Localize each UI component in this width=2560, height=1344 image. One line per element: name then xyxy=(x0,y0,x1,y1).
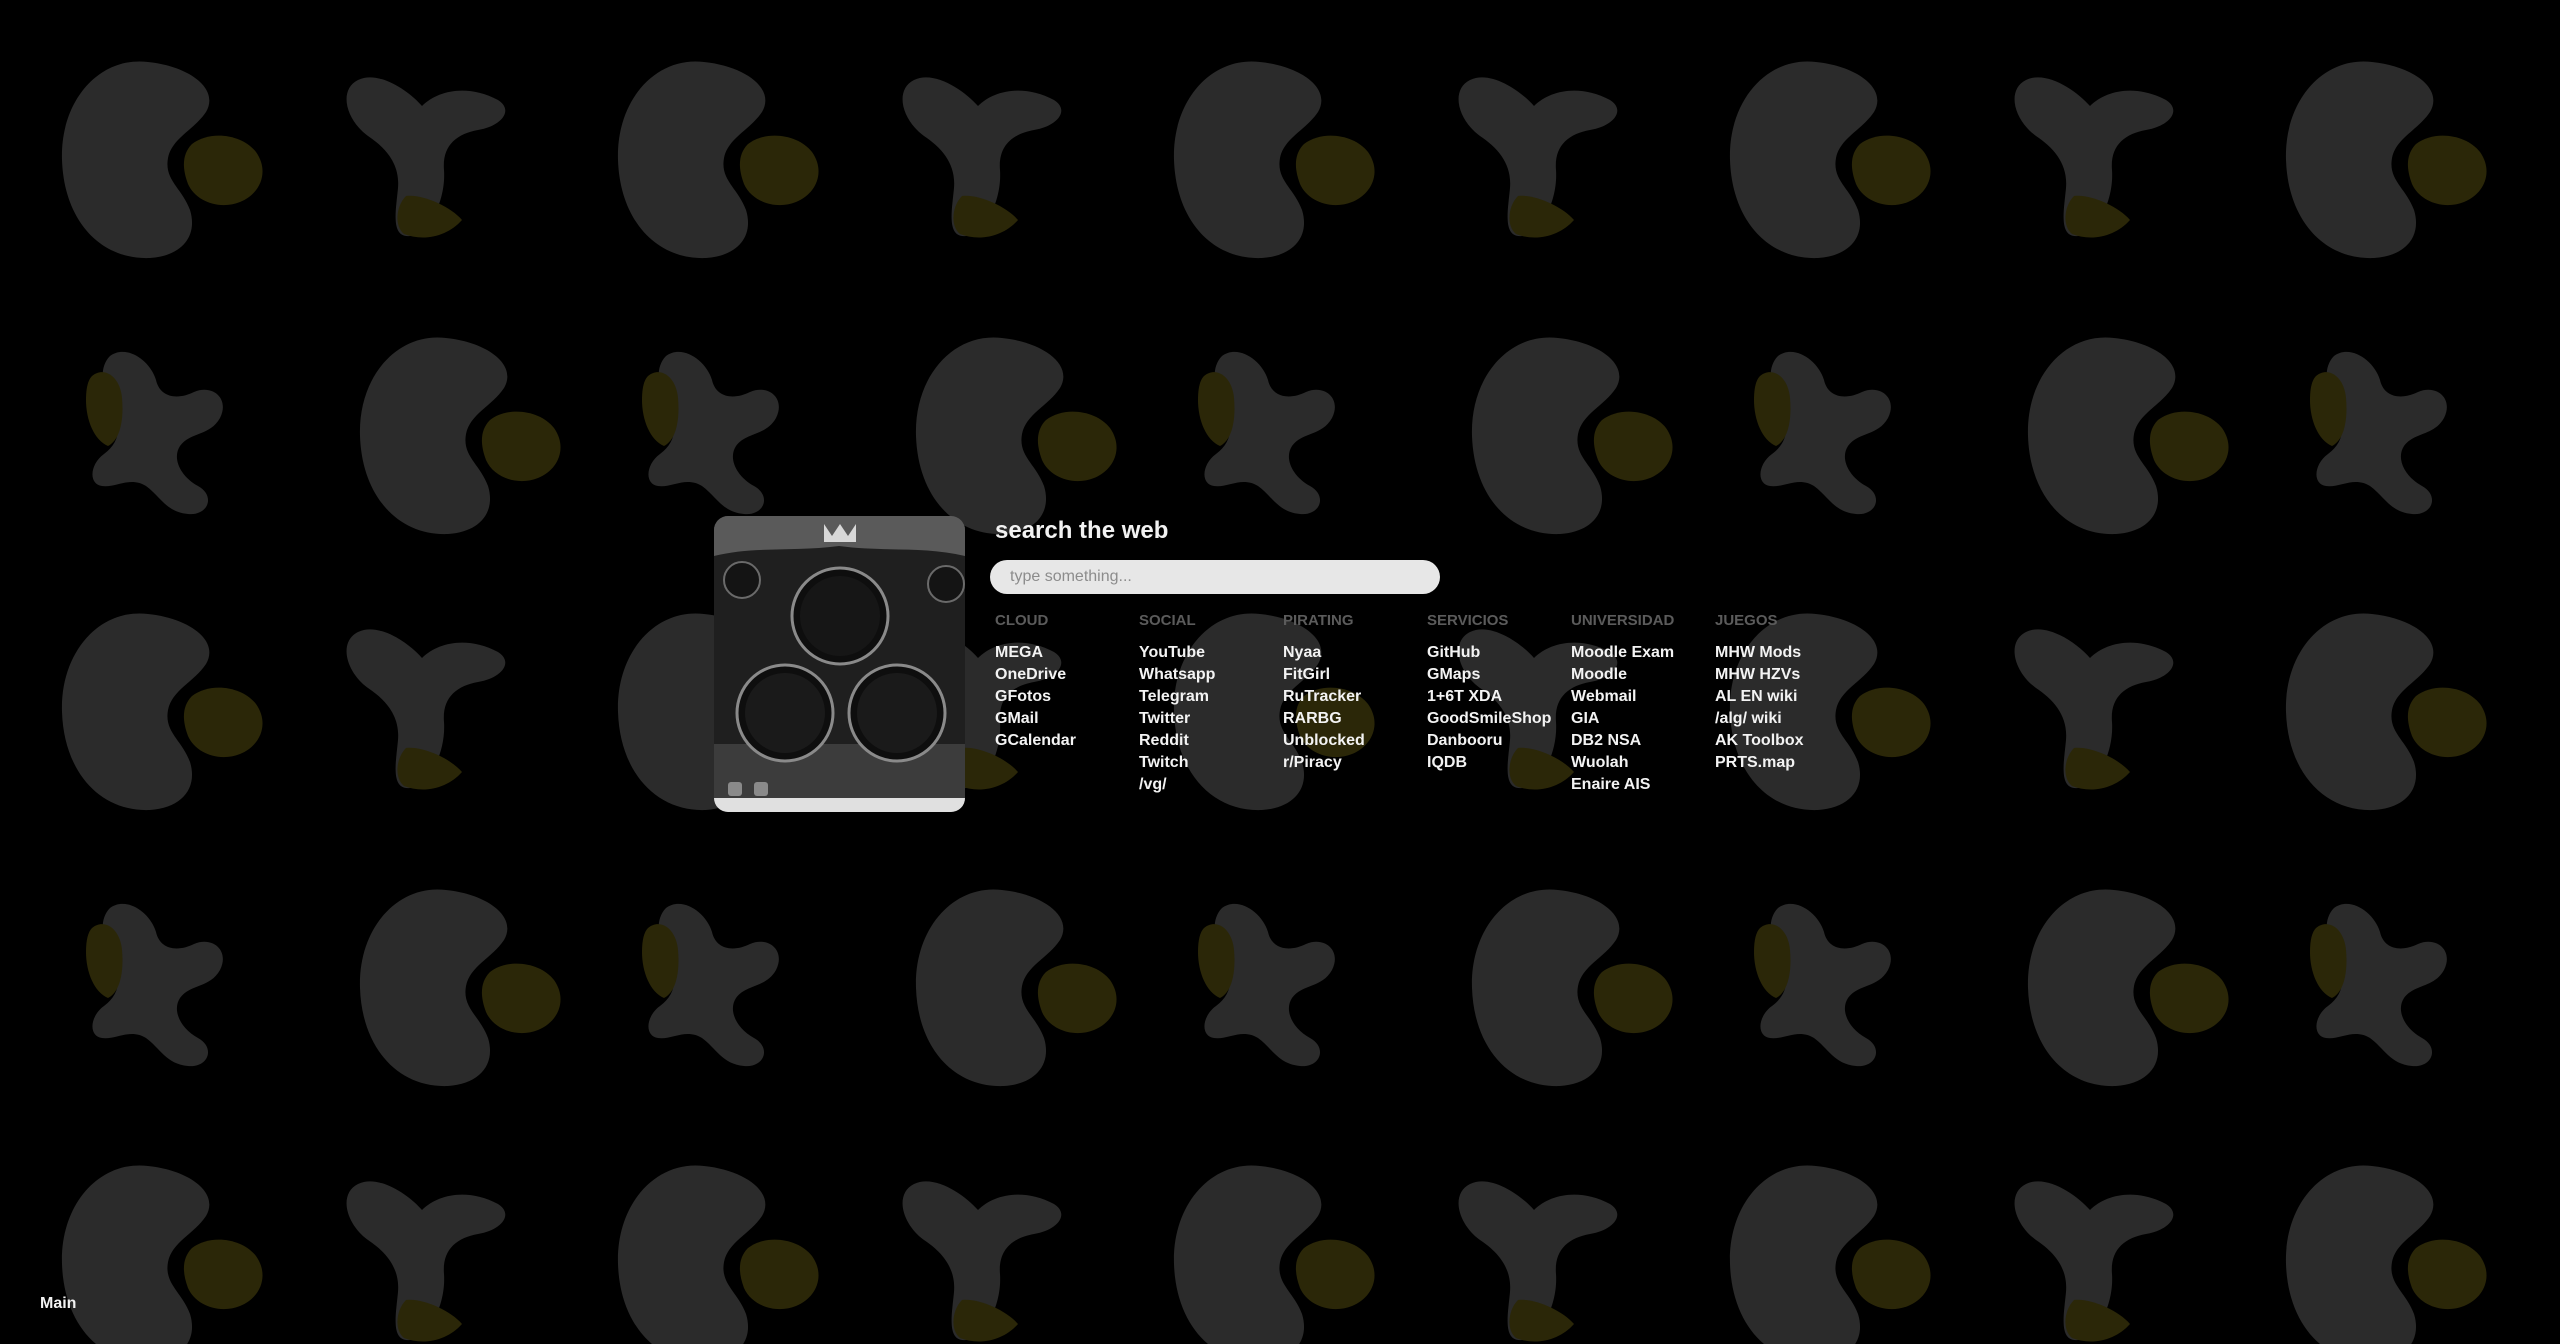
link-goodsmileshop[interactable]: GoodSmileShop xyxy=(1427,708,1567,730)
leaf-shape xyxy=(2310,903,2447,1067)
link-db2-nsa[interactable]: DB2 NSA xyxy=(1571,730,1711,752)
link-enaire-ais[interactable]: Enaire AIS xyxy=(1571,774,1711,796)
bean-shape xyxy=(61,613,263,811)
bean-shape xyxy=(617,1165,819,1344)
link-moodle[interactable]: Moodle xyxy=(1571,664,1711,686)
category-heading: JUEGOS xyxy=(1715,612,1778,629)
launcher-image-icon xyxy=(714,516,965,812)
link-gia[interactable]: GIA xyxy=(1571,708,1711,730)
leaf-shape xyxy=(2014,629,2174,790)
leaf-shape xyxy=(2014,77,2174,238)
link-gmaps[interactable]: GMaps xyxy=(1427,664,1567,686)
leaf-shape xyxy=(1458,77,1618,238)
bean-shape xyxy=(617,61,819,259)
link-twitch[interactable]: Twitch xyxy=(1139,752,1279,774)
leaf-shape xyxy=(902,1181,1062,1342)
link-rutracker[interactable]: RuTracker xyxy=(1283,686,1423,708)
category-heading: SERVICIOS xyxy=(1427,612,1509,629)
link-alg-wiki[interactable]: /alg/ wiki xyxy=(1715,708,1855,730)
bean-shape xyxy=(915,337,1117,535)
bean-shape xyxy=(1471,889,1673,1087)
bean-shape xyxy=(2285,61,2487,259)
link-gcalendar[interactable]: GCalendar xyxy=(995,730,1135,752)
leaf-shape xyxy=(642,903,779,1067)
link-youtube[interactable]: YouTube xyxy=(1139,642,1279,664)
link-1plus6t-xda[interactable]: 1+6T XDA xyxy=(1427,686,1567,708)
category-heading: CLOUD xyxy=(995,612,1049,629)
category-universidad: UNIVERSIDAD Moodle Exam Moodle Webmail G… xyxy=(1571,610,1711,796)
leaf-shape xyxy=(2310,351,2447,515)
bean-shape xyxy=(359,337,561,535)
category-heading: UNIVERSIDAD xyxy=(1571,612,1675,629)
thumbnail-dot[interactable] xyxy=(728,782,742,796)
category-social: SOCIAL YouTube Whatsapp Telegram Twitter… xyxy=(1139,610,1279,796)
leaf-shape xyxy=(1198,351,1335,515)
link-rarbg[interactable]: RARBG xyxy=(1283,708,1423,730)
search-title: search the web xyxy=(995,517,1169,544)
link-danbooru[interactable]: Danbooru xyxy=(1427,730,1567,752)
link-fitgirl[interactable]: FitGirl xyxy=(1283,664,1423,686)
bean-shape xyxy=(359,889,561,1087)
link-nyaa[interactable]: Nyaa xyxy=(1283,642,1423,664)
bean-shape xyxy=(2027,889,2229,1087)
leaf-shape xyxy=(346,77,506,238)
link-iqdb[interactable]: IQDB xyxy=(1427,752,1567,774)
category-pirating: PIRATING Nyaa FitGirl RuTracker RARBG Un… xyxy=(1283,610,1423,774)
link-webmail[interactable]: Webmail xyxy=(1571,686,1711,708)
leaf-shape xyxy=(1754,903,1891,1067)
leaf-shape xyxy=(86,351,223,515)
leaf-shape xyxy=(902,77,1062,238)
link-unblocked[interactable]: Unblocked xyxy=(1283,730,1423,752)
bean-shape xyxy=(1173,1165,1375,1344)
leaf-shape xyxy=(642,351,779,515)
link-wuolah[interactable]: Wuolah xyxy=(1571,752,1711,774)
bean-shape xyxy=(61,61,263,259)
bean-shape xyxy=(2285,613,2487,811)
link-gmail[interactable]: GMail xyxy=(995,708,1135,730)
leaf-shape xyxy=(1754,351,1891,515)
link-vg[interactable]: /vg/ xyxy=(1139,774,1279,796)
bean-shape xyxy=(61,1165,263,1344)
link-whatsapp[interactable]: Whatsapp xyxy=(1139,664,1279,686)
start-panel: search the web CLOUD MEGA OneDrive GFoto… xyxy=(714,516,1844,812)
leaf-shape xyxy=(2014,1181,2174,1342)
bean-shape xyxy=(2285,1165,2487,1344)
category-servicios: SERVICIOS GitHub GMaps 1+6T XDA GoodSmil… xyxy=(1427,610,1567,774)
link-twitter[interactable]: Twitter xyxy=(1139,708,1279,730)
link-al-en-wiki[interactable]: AL EN wiki xyxy=(1715,686,1855,708)
leaf-shape xyxy=(1198,903,1335,1067)
footer-label: Main xyxy=(40,1295,77,1312)
link-reddit[interactable]: Reddit xyxy=(1139,730,1279,752)
link-github[interactable]: GitHub xyxy=(1427,642,1567,664)
leaf-shape xyxy=(346,1181,506,1342)
link-telegram[interactable]: Telegram xyxy=(1139,686,1279,708)
category-heading: PIRATING xyxy=(1283,612,1354,629)
bean-shape xyxy=(2027,337,2229,535)
link-mhw-mods[interactable]: MHW Mods xyxy=(1715,642,1855,664)
link-ak-toolbox[interactable]: AK Toolbox xyxy=(1715,730,1855,752)
link-r-piracy[interactable]: r/Piracy xyxy=(1283,752,1423,774)
bean-shape xyxy=(1471,337,1673,535)
link-mhw-hzvs[interactable]: MHW HZVs xyxy=(1715,664,1855,686)
thumbnail-image xyxy=(714,516,965,812)
bean-shape xyxy=(915,889,1117,1087)
category-heading: SOCIAL xyxy=(1139,612,1196,629)
thumbnail-dot[interactable] xyxy=(754,782,768,796)
leaf-shape xyxy=(86,903,223,1067)
search-input[interactable] xyxy=(990,560,1440,594)
category-cloud: CLOUD MEGA OneDrive GFotos GMail GCalend… xyxy=(995,610,1135,752)
link-onedrive[interactable]: OneDrive xyxy=(995,664,1135,686)
link-prts-map[interactable]: PRTS.map xyxy=(1715,752,1855,774)
category-juegos: JUEGOS MHW Mods MHW HZVs AL EN wiki /alg… xyxy=(1715,610,1855,774)
bean-shape xyxy=(1729,1165,1931,1344)
link-gfotos[interactable]: GFotos xyxy=(995,686,1135,708)
bean-shape xyxy=(1729,61,1931,259)
leaf-shape xyxy=(346,629,506,790)
link-moodle-exam[interactable]: Moodle Exam xyxy=(1571,642,1711,664)
bean-shape xyxy=(1173,61,1375,259)
link-mega[interactable]: MEGA xyxy=(995,642,1135,664)
leaf-shape xyxy=(1458,1181,1618,1342)
